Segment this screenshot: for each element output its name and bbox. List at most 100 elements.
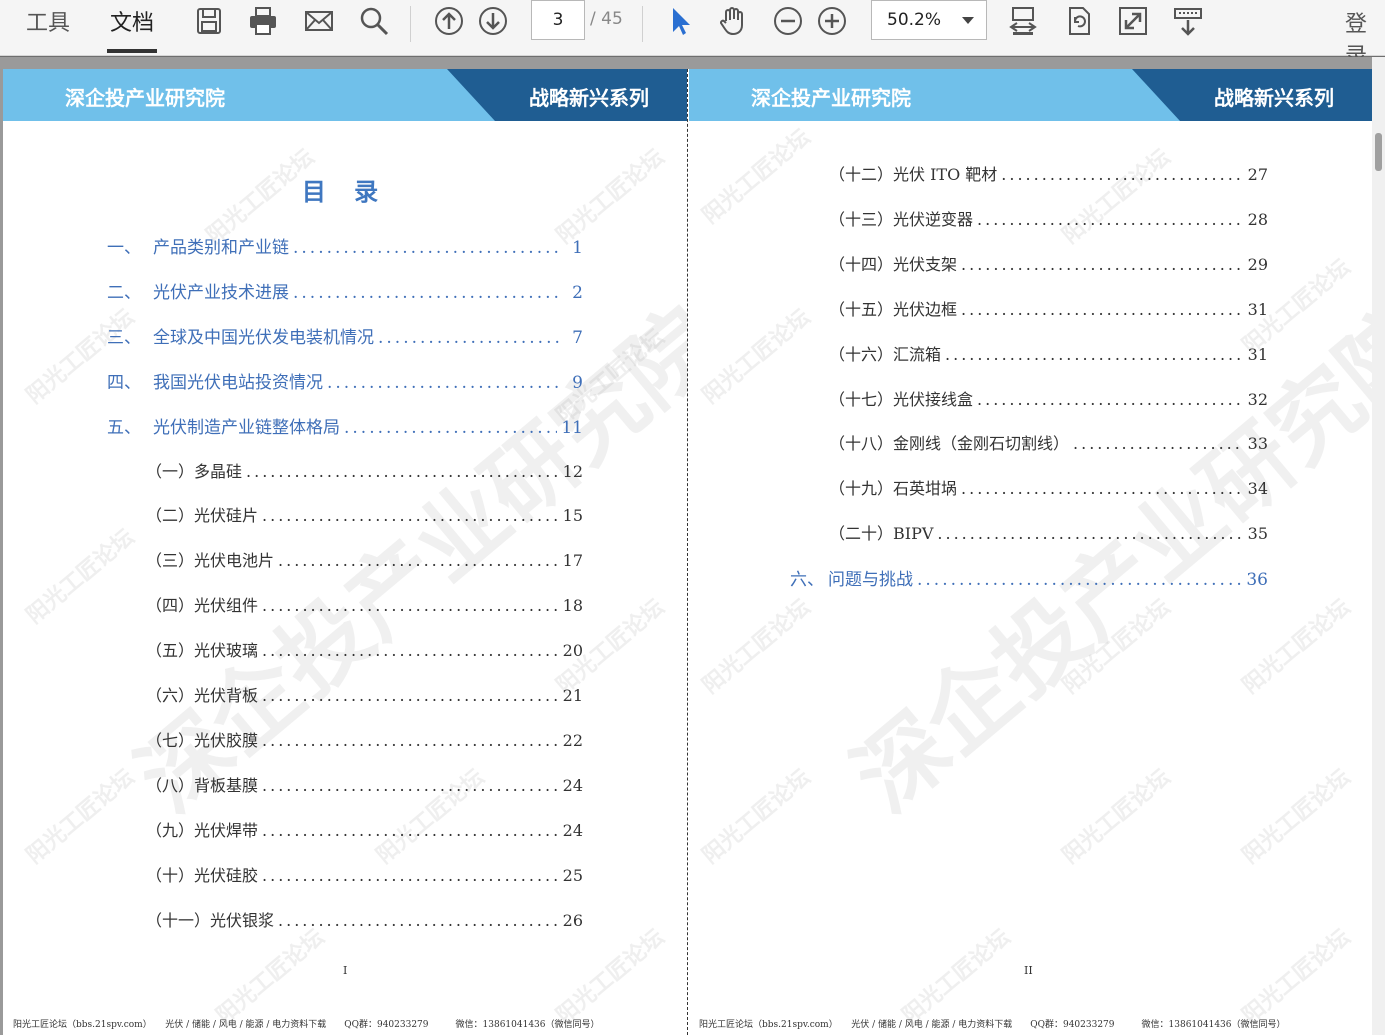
toc-entry-label: （三）光伏电池片 [146,551,275,571]
watermark-small: 阳光工匠论坛 [698,594,816,699]
toc-entry-label: （一）多晶硅 [146,461,243,481]
toc-entry-label: 产品类别和产业链 [153,238,289,258]
toc-leader-dots: ........................................… [961,479,1244,499]
toc-leader-dots: ........................................… [378,327,559,348]
toc-entry[interactable]: （一）多晶硅..................................… [146,458,583,482]
toc-leader-dots: ........................................… [262,820,559,840]
toc-leader-dots: ........................................… [937,524,1243,544]
toc-entry-label: （十九）石英坩埚 [829,479,958,499]
toc-entry[interactable]: （八）背板基膜.................................… [146,772,583,796]
toc-entry[interactable]: （二十）BIPV................................… [829,520,1268,544]
toc-leader-dots: ........................................… [262,506,559,526]
document-viewport[interactable]: 深企投产业研究院 战略新兴系列 深企投产业研究院 阳光工匠论坛 阳光工匠论坛 阳… [0,57,1385,1035]
toc-entry[interactable]: （十九）石英坩埚................................… [829,475,1268,499]
toc-entry-page: 20 [562,641,583,661]
toc-entry-label: （十一）光伏银浆 [146,910,275,930]
save-icon[interactable] [190,2,228,40]
page-number: I [343,964,348,977]
toc-leader-dots: ........................................… [1073,434,1244,454]
toc-entry[interactable]: （三）光伏电池片................................… [146,547,583,571]
toc-entry-label: （十六）汇流箱 [829,344,942,364]
rotate-page-icon[interactable] [1060,2,1098,40]
mail-icon[interactable] [300,2,338,40]
toc-entry-label: （六）光伏背板 [146,686,259,705]
toc-leader-dots: ........................................… [262,686,559,705]
toc-entry[interactable]: （十五）光伏边框................................… [829,296,1268,320]
chevron-down-icon[interactable] [962,17,974,24]
watermark-small: 阳光工匠论坛 [698,124,816,229]
toc-entry-page: 12 [562,461,583,481]
page-footer: 阳光工匠论坛（bbs.21spv.com） 光伏 / 储能 / 风电 / 能源 … [13,1020,600,1030]
watermark-small: 阳光工匠论坛 [22,304,140,409]
fit-page-icon[interactable] [1004,2,1042,40]
toc-entry[interactable]: （六）光伏背板.................................… [146,682,583,706]
zoom-in-icon[interactable] [813,2,851,40]
toc-entry[interactable]: （七）光伏胶膜.................................… [146,727,583,751]
toc-entry[interactable]: 六、 问题与挑战.................................… [790,565,1268,590]
header-series: 战略新兴系列 [529,86,649,110]
toc-leader-dots: ........................................… [293,282,559,303]
page-left: 深企投产业研究院 战略新兴系列 深企投产业研究院 阳光工匠论坛 阳光工匠论坛 阳… [3,69,687,1035]
toc-leader-dots: ........................................… [961,299,1244,319]
watermark-small: 阳光工匠论坛 [1238,594,1356,699]
toc-entry-number: 五、 [107,417,141,438]
zoom-out-icon[interactable] [769,2,807,40]
toc-leader-dots: ........................................… [278,551,559,571]
toolbar: 工具 文档 3 / 45 50.2% 登 [0,0,1385,69]
tab-tools[interactable]: 工具 [22,6,74,36]
select-cursor-icon[interactable] [660,2,698,40]
hand-tool-icon[interactable] [714,2,752,40]
toc-entry[interactable]: 二、 光伏产业技术进展..............................… [107,278,583,303]
page-up-icon[interactable] [430,2,468,40]
toc-entry-label: （十四）光伏支架 [829,254,958,274]
watermark-small: 阳光工匠论坛 [698,764,816,869]
fullscreen-icon[interactable] [1114,2,1152,40]
toc-entry-page: 36 [1246,570,1268,591]
watermark-small: 阳光工匠论坛 [698,304,816,409]
toc-entry[interactable]: 三、全球及中国光伏发电装机情况.........................… [107,323,583,348]
toc-entry[interactable]: （十三）光伏逆变器...............................… [829,206,1268,230]
toc-entry-label: 我国光伏电站投资情况 [153,372,323,393]
toc-entry-label: 光伏产业技术进展 [153,282,289,303]
toc-leader-dots: ........................................… [262,641,559,661]
toc-entry[interactable]: （十六）汇流箱.................................… [829,341,1268,365]
page-down-icon[interactable] [474,2,512,40]
toc-leader-dots: ........................................… [262,596,559,616]
scrollbar-thumb[interactable] [1375,133,1382,171]
toc-entry-page: 15 [562,506,583,526]
toc-entry[interactable]: 五、光伏制造产业链整体格局...........................… [107,413,583,438]
toc-entry-page: 29 [1247,254,1268,274]
toc-leader-dots: ........................................… [327,372,559,393]
page-number-input[interactable]: 3 [531,0,585,40]
read-mode-icon[interactable] [1169,2,1207,40]
toc-entry[interactable]: （十二）光伏 ITO 靶材...........................… [829,161,1268,185]
tab-document[interactable]: 文档 [106,6,158,36]
toc-entry[interactable]: （五）光伏玻璃.................................… [146,637,583,661]
toc-entry-label: （二）光伏硅片 [146,506,259,526]
toc-entry-page: 7 [572,327,583,348]
toc-entry-number: 三、 [107,327,141,348]
toc-entry[interactable]: （十八）金刚线（金刚石切割线）.........................… [829,430,1268,454]
toc-entry-page: 17 [562,551,583,571]
toc-entry[interactable]: （二）光伏硅片.................................… [146,502,583,526]
toc-entry[interactable]: （十四）光伏支架................................… [829,251,1268,275]
toc-leader-dots: ........................................… [246,461,559,481]
search-icon[interactable] [355,2,393,40]
toc-entry[interactable]: （十七）光伏接线盒...............................… [829,386,1268,410]
toc-entry-page: 24 [562,820,583,840]
toc-entry[interactable]: （十）光伏硅胶.................................… [146,862,583,886]
print-icon[interactable] [244,2,282,40]
toc-entry[interactable]: （九）光伏焊带.................................… [146,817,583,841]
toc-entry[interactable]: 一、 产品类别和产业链..............................… [107,233,583,258]
toc-leader-dots: ........................................… [278,910,559,930]
toc-entry-label: （十五）光伏边框 [829,299,958,319]
toc-entry[interactable]: （四）光伏组件.................................… [146,592,583,616]
zoom-select[interactable]: 50.2% [871,0,987,40]
toc-entry-page: 33 [1247,434,1268,454]
page-footer: 阳光工匠论坛（bbs.21spv.com） 光伏 / 储能 / 风电 / 能源 … [699,1020,1286,1030]
toc-entry-page: 11 [561,417,583,438]
vertical-scrollbar[interactable] [1372,57,1385,1035]
toc-entry[interactable]: 四、 我国光伏电站投资情况............................… [107,368,583,393]
toc-entry[interactable]: （十一）光伏银浆................................… [146,907,583,931]
toc-entry-page: 34 [1247,479,1268,499]
